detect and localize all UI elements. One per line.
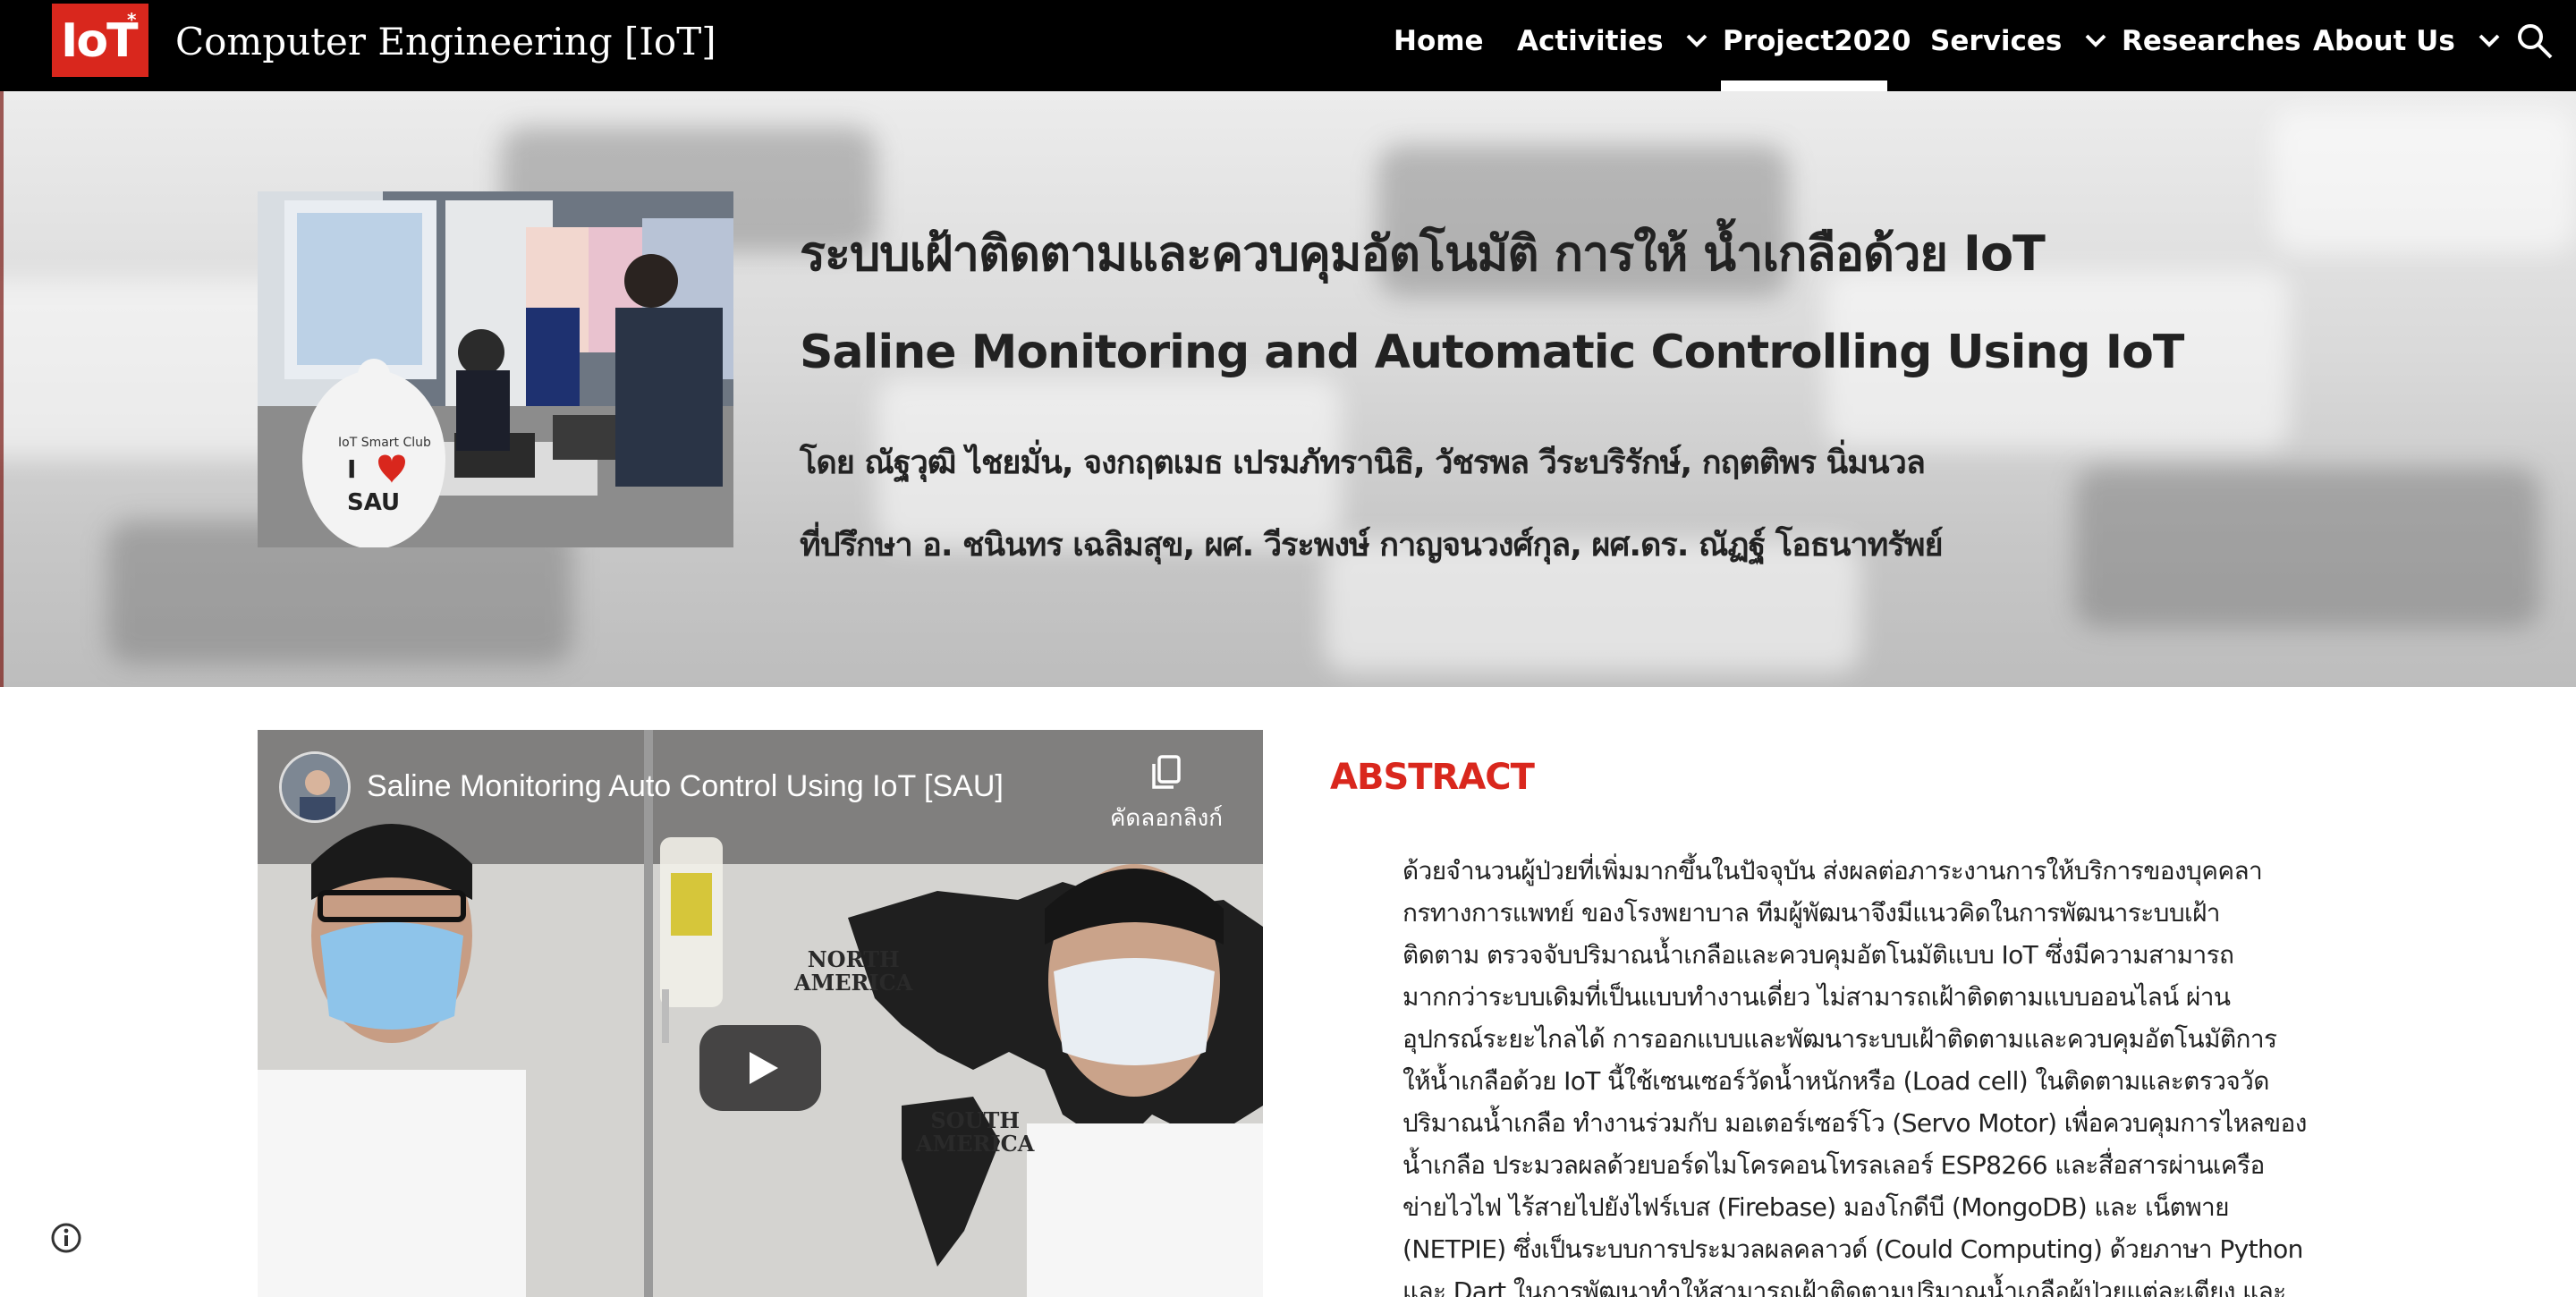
shirt-text: SAU <box>347 489 400 516</box>
abstract-line: และ Dart ในการพัฒนาทำให้สามารถเฝ้าติดตาม… <box>1402 1276 2286 1297</box>
nav-item-about-us[interactable]: About Us <box>2313 25 2501 57</box>
abstract-line: มากกว่าระบบเดิมที่เป็นแบบทำงานเดี่ยว ไม่… <box>1402 982 2231 1012</box>
project-booth-photo-illustration: IoT Smart Club I SAU <box>258 191 733 547</box>
site-logo[interactable]: IoT * <box>52 4 148 77</box>
abstract-line: ติดตาม ตรวจจับปริมาณน้ำเกลือและควบคุมอัต… <box>1402 940 2234 970</box>
project-title-english: Saline Monitoring and Automatic Controll… <box>800 326 2184 379</box>
nav-label: Activities <box>1517 25 1664 57</box>
abstract-line: น้ำเกลือ ประมวลผลด้วยบอร์ดไมโครคอนโทรลเล… <box>1402 1150 2265 1180</box>
embedded-video-player[interactable]: NORTH AMERICA SOUTH AMERICA Saline Monit… <box>258 730 1263 1297</box>
copy-link-label: คัดลอกลิงก์ <box>1110 804 1223 831</box>
chevron-down-icon <box>2479 34 2500 47</box>
abstract-body: ด้วยจำนวนผู้ป่วยที่เพิ่มมากขึ้นในปัจจุบั… <box>1402 850 2333 1297</box>
hero-left-edge <box>0 91 4 687</box>
video-title[interactable]: Saline Monitoring Auto Control Using IoT… <box>367 769 1004 804</box>
project-advisors: ที่ปรึกษา อ. ชนินทร เฉลิมสุข, ผศ. วีระพง… <box>800 527 1944 564</box>
info-icon[interactable] <box>50 1222 82 1254</box>
play-icon <box>750 1052 778 1084</box>
abstract-line: ด้วยจำนวนผู้ป่วยที่เพิ่มมากขึ้นในปัจจุบั… <box>1402 856 2263 886</box>
active-tab-indicator <box>1721 81 1887 91</box>
nav-item-services[interactable]: Services <box>1930 25 2107 57</box>
project-authors: โดย ณัฐวุฒิ ไชยมั่น, จงกฤตเมธ เปรมภัทราน… <box>800 445 1926 481</box>
search-icon[interactable] <box>2515 21 2555 61</box>
nav-label: About Us <box>2313 25 2455 57</box>
map-label-south-america: SOUTH AMERICA <box>916 1107 1035 1157</box>
nav-item-home[interactable]: Home <box>1394 25 1484 57</box>
logo-star-mark: * <box>127 9 137 30</box>
nav-label: Services <box>1930 25 2063 57</box>
copy-link-button[interactable]: คัดลอกลิงก์ <box>1104 753 1229 836</box>
abstract-line: (NETPIE) ซึ่งเป็นระบบการประมวลผลคลาวด์ (… <box>1402 1234 2303 1264</box>
map-label-north-america: NORTH AMERICA <box>794 946 913 996</box>
abstract-line: ข่ายไวไฟ ไร้สายไปยังไฟร์เบส (Firebase) ม… <box>1402 1192 2230 1222</box>
channel-avatar[interactable] <box>279 751 351 823</box>
top-navigation-bar: IoT * Computer Engineering [IoT] Home Ac… <box>0 0 2576 91</box>
shirt-text: IoT Smart Club <box>338 436 431 450</box>
hero-banner: IoT Smart Club I SAU ระบบเฝ้าติดตามและคว… <box>0 91 2576 687</box>
nav-item-project2020[interactable]: Project2020 <box>1723 25 1911 57</box>
chevron-down-icon <box>1686 34 1707 47</box>
abstract-line: กรทางการแพทย์ ของโรงพยาบาล ทีมผู้พัฒนาจึ… <box>1402 898 2221 928</box>
chevron-down-icon <box>2085 34 2106 47</box>
copy-icon <box>1152 755 1181 789</box>
abstract-line: ปริมาณน้ำเกลือ ทำงานร่วมกับ มอเตอร์เซอร์… <box>1402 1108 2307 1138</box>
nav-item-activities[interactable]: Activities <box>1517 25 1708 57</box>
abstract-heading: ABSTRACT <box>1330 757 1535 798</box>
play-button[interactable] <box>699 1025 821 1111</box>
nav-label: Project2020 <box>1723 25 1911 57</box>
abstract-line: อุปกรณ์ระยะไกลได้ การออกแบบและพัฒนาระบบเ… <box>1402 1024 2277 1054</box>
logo-text: IoT <box>61 14 139 68</box>
nav-item-researches[interactable]: Researches <box>2122 25 2301 57</box>
background-keyboard-key <box>2075 467 2540 628</box>
nav-label: Researches <box>2122 25 2301 57</box>
abstract-line: ให้น้ำเกลือด้วย IoT นี้ใช้เซนเซอร์วัดน้ำ… <box>1402 1066 2269 1096</box>
site-title[interactable]: Computer Engineering [IoT] <box>175 20 716 64</box>
nav-label: Home <box>1394 25 1484 57</box>
shirt-text: I <box>347 454 356 484</box>
project-title-thai: ระบบเฝ้าติดตามและควบคุมอัตโนมัติ การให้ … <box>800 225 2046 282</box>
background-keyboard-key <box>2272 109 2576 252</box>
project-booth-photo: IoT Smart Club I SAU <box>258 191 733 547</box>
